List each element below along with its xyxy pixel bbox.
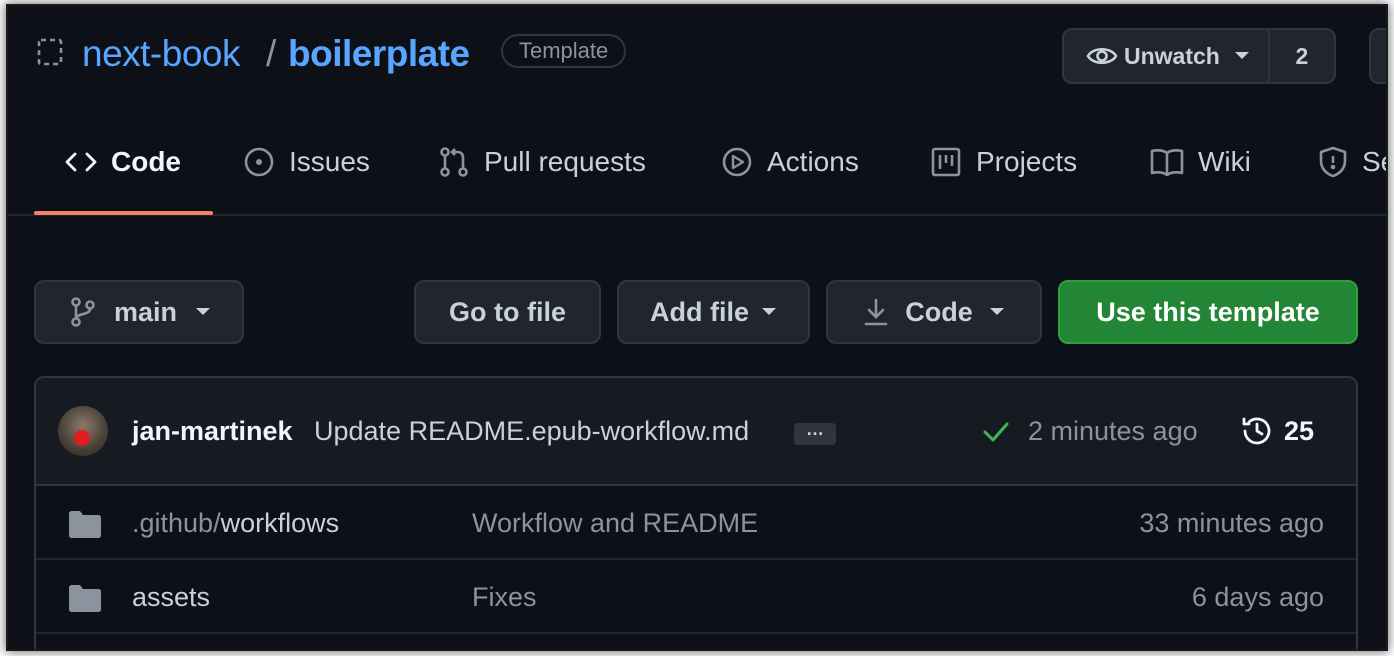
play-icon <box>721 146 753 178</box>
add-file-button[interactable]: Add file <box>617 280 810 344</box>
tab-actions[interactable]: Actions <box>721 146 859 178</box>
tab-security-label: Se <box>1362 146 1386 177</box>
commit-history-link[interactable]: 25 <box>1240 414 1314 448</box>
eye-icon <box>1086 44 1118 68</box>
code-download-button[interactable]: Code <box>826 280 1042 344</box>
latest-commit-bar: jan-martinek Update README.epub-workflow… <box>36 378 1356 486</box>
folder-icon <box>68 510 102 538</box>
code-download-label: Code <box>905 296 973 327</box>
tab-pull-requests-label: Pull requests <box>484 146 646 177</box>
commit-count: 25 <box>1284 415 1315 446</box>
pull-request-icon <box>438 146 470 178</box>
tab-projects[interactable]: Projects <box>930 146 1077 178</box>
next-action-button[interactable] <box>1369 28 1386 84</box>
chevron-down-icon <box>761 307 777 317</box>
tab-issues-label: Issues <box>289 146 370 177</box>
file-name: assets <box>132 582 211 612</box>
issue-icon <box>243 146 275 178</box>
unwatch-button[interactable]: Unwatch <box>1064 30 1268 82</box>
file-name-prefix: .github/ <box>132 508 221 538</box>
book-icon <box>1150 148 1184 176</box>
use-this-template-button[interactable]: Use this template <box>1058 280 1358 344</box>
chevron-down-icon <box>195 307 211 317</box>
file-row[interactable]: .github/workflows Workflow and README 33… <box>36 486 1356 560</box>
project-icon <box>930 146 962 178</box>
file-list-box: jan-martinek Update README.epub-workflow… <box>34 376 1358 649</box>
unwatch-label: Unwatch <box>1124 42 1220 69</box>
file-commit-message[interactable]: Fixes <box>472 582 537 613</box>
watchers-count[interactable]: 2 <box>1267 30 1334 82</box>
file-name-link[interactable]: assets <box>132 582 210 613</box>
repo-owner-link[interactable]: next-book <box>82 33 241 75</box>
go-to-file-button[interactable]: Go to file <box>414 280 601 344</box>
tab-issues[interactable]: Issues <box>243 146 370 178</box>
folder-icon <box>68 584 102 612</box>
file-commit-time: 6 days ago <box>1191 582 1324 612</box>
repo-name-link[interactable]: boilerplate <box>288 33 470 75</box>
history-icon <box>1240 414 1274 448</box>
file-commit-message[interactable]: Workflow and README <box>472 508 758 539</box>
avatar[interactable] <box>58 406 108 456</box>
chevron-down-icon <box>989 307 1005 317</box>
commit-message-link[interactable]: Update README.epub-workflow.md <box>314 416 749 447</box>
code-icon <box>65 150 97 174</box>
tab-code-label: Code <box>111 146 181 177</box>
repo-path-separator: / <box>266 33 277 74</box>
go-to-file-label: Go to file <box>449 296 566 327</box>
download-icon <box>863 297 889 327</box>
file-commit-time: 33 minutes ago <box>1139 508 1324 538</box>
tab-pull-requests[interactable]: Pull requests <box>438 146 646 178</box>
tabs-divider <box>8 214 1386 216</box>
tab-security[interactable]: Se <box>1318 146 1386 178</box>
file-row[interactable]: assets Fixes 6 days ago <box>36 560 1356 634</box>
avatar-red-nose <box>74 430 90 446</box>
tab-actions-label: Actions <box>767 146 859 177</box>
template-badge: Template <box>501 34 627 68</box>
file-name: workflows <box>220 508 340 538</box>
watch-button-group: Unwatch 2 <box>1062 28 1336 84</box>
github-repo-page: next-book / boilerplate Template Unwatch… <box>8 6 1386 649</box>
branch-select-button[interactable]: main <box>34 280 244 344</box>
shield-icon <box>1318 146 1348 178</box>
commit-expand-button[interactable]: … <box>794 420 836 445</box>
tab-projects-label: Projects <box>976 146 1078 177</box>
file-name-link[interactable]: .github/workflows <box>132 508 339 539</box>
template-repo-icon <box>37 38 63 70</box>
active-tab-indicator <box>34 211 213 215</box>
commit-time[interactable]: 2 minutes ago <box>1028 416 1198 447</box>
tab-wiki-label: Wiki <box>1198 146 1251 177</box>
branch-name: main <box>114 296 178 327</box>
tab-wiki[interactable]: Wiki <box>1150 146 1251 178</box>
chevron-down-icon <box>1234 51 1250 61</box>
add-file-label: Add file <box>650 296 749 327</box>
use-this-template-label: Use this template <box>1096 296 1320 327</box>
tab-code[interactable]: Code <box>65 146 181 178</box>
commit-author-link[interactable]: jan-martinek <box>132 416 293 447</box>
branch-icon <box>70 297 96 327</box>
check-icon[interactable] <box>982 420 1010 444</box>
